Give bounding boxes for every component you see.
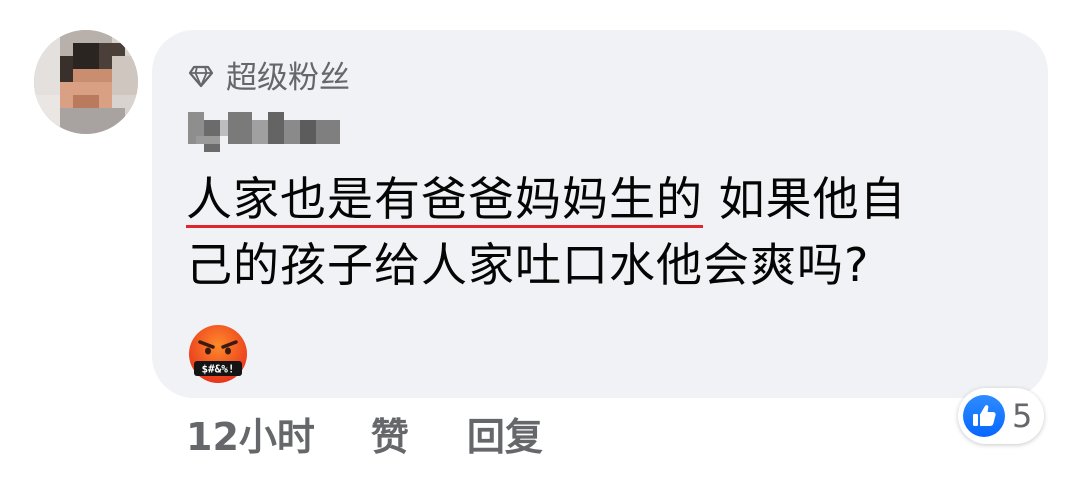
thumbs-up-icon — [962, 394, 1006, 438]
comment-bubble: 超级粉丝 人家也是有爸爸妈妈生的 如果他自 己的孩子给人家吐口水他会爽吗? $#… — [152, 30, 1048, 398]
comment-timestamp[interactable]: 12小时 — [186, 406, 315, 461]
comment-text-line2: 己的孩子给人家吐口水他会爽吗? — [186, 238, 870, 292]
face-with-symbols-on-mouth-icon: $#&%! — [188, 324, 248, 384]
emoji-symbols: $#&%! — [201, 363, 234, 376]
badge-label: 超级粉丝 — [226, 59, 350, 96]
comment-text-underlined: 人家也是有爸爸妈妈生的 — [186, 172, 703, 226]
reactions-summary[interactable]: 5 — [958, 388, 1045, 444]
like-button[interactable]: 赞 — [371, 406, 409, 461]
top-fan-badge: 超级粉丝 — [188, 52, 350, 96]
author-name[interactable] — [188, 112, 340, 152]
reply-button[interactable]: 回复 — [467, 406, 543, 461]
diamond-icon — [188, 61, 214, 88]
avatar[interactable] — [34, 30, 138, 134]
comment-text-line1-rest: 如果他自 — [703, 172, 907, 226]
reaction-count: 5 — [1012, 397, 1033, 435]
comment-text: 人家也是有爸爸妈妈生的 如果他自 己的孩子给人家吐口水他会爽吗? — [186, 166, 1026, 298]
comment-actions: 12小时 赞 回复 — [186, 404, 543, 462]
